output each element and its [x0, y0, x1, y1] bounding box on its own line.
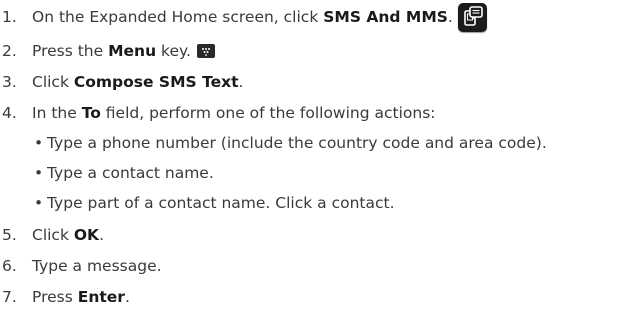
step-text: Press the [32, 42, 109, 60]
step-number: 2. [2, 42, 17, 60]
step-text-end: . [124, 288, 130, 306]
step-6: 6. Type a message. [0, 253, 162, 279]
sub-action-text: Type a contact name. [47, 164, 214, 182]
step-text: Click [32, 226, 74, 244]
step-text-end: . [238, 73, 244, 91]
step-text-end: key. [156, 42, 191, 60]
step-number: 7. [2, 288, 17, 306]
step-text-end: . [447, 8, 453, 26]
sub-action-2: • Type a contact name. [34, 160, 214, 186]
ui-term: OK [73, 226, 100, 244]
step-text-end: field, perform one of the following acti… [100, 104, 436, 122]
step-text: Press [32, 288, 78, 306]
step-text: On the Expanded Home screen, click [32, 8, 324, 26]
step-2: 2. Press the Menu key. [0, 38, 215, 64]
step-text: Click [32, 73, 74, 91]
ui-term: SMS And MMS [323, 8, 448, 26]
ui-term: Compose SMS Text [73, 73, 239, 91]
sub-action-text: Type part of a contact name. Click a con… [47, 194, 395, 212]
step-number: 6. [2, 257, 17, 275]
sub-action-text: Type a phone number (include the country… [47, 134, 547, 152]
step-number: 4. [2, 104, 17, 122]
ui-term: To [81, 104, 101, 122]
step-1: 1. On the Expanded Home screen, click SM… [0, 2, 487, 32]
step-5: 5. Click OK . [0, 222, 104, 248]
bullet: • [34, 194, 44, 212]
step-text: In the [32, 104, 82, 122]
bullet: • [34, 134, 44, 152]
sms-mms-icon [457, 2, 487, 32]
menu-key-icon [196, 44, 215, 58]
step-3: 3. Click Compose SMS Text . [0, 69, 243, 95]
step-number: 3. [2, 73, 17, 91]
step-number: 1. [2, 8, 17, 26]
step-7: 7. Press Enter . [0, 284, 130, 310]
step-text: Type a message. [32, 257, 162, 275]
step-text-end: . [99, 226, 104, 244]
ui-term: Enter [77, 288, 125, 306]
ui-term: Menu [108, 42, 157, 60]
bullet: • [34, 164, 44, 182]
sub-action-3: • Type part of a contact name. Click a c… [34, 190, 395, 216]
step-number: 5. [2, 226, 17, 244]
step-4: 4. In the To field, perform one of the f… [0, 100, 436, 126]
sub-action-1: • Type a phone number (include the count… [34, 130, 547, 156]
